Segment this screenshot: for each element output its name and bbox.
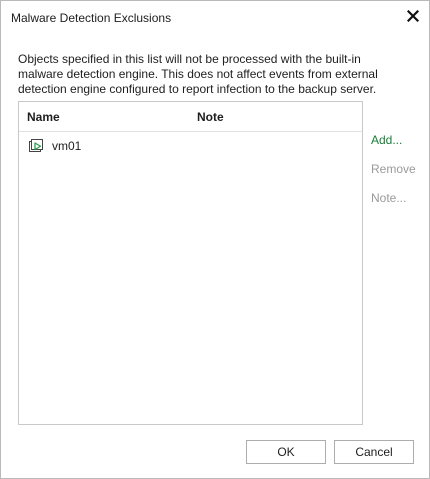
ok-button[interactable]: OK bbox=[246, 440, 326, 464]
add-button[interactable]: Add... bbox=[371, 133, 402, 147]
close-icon[interactable] bbox=[406, 9, 420, 23]
list-header: Name Note bbox=[19, 102, 362, 132]
column-header-name[interactable]: Name bbox=[27, 110, 60, 124]
column-header-note[interactable]: Note bbox=[197, 110, 224, 124]
note-button[interactable]: Note... bbox=[371, 191, 406, 205]
dialog-title: Malware Detection Exclusions bbox=[11, 11, 172, 25]
description-text: Objects specified in this list will not … bbox=[18, 52, 378, 96]
cancel-button[interactable]: Cancel bbox=[334, 440, 414, 464]
list-item-name: vm01 bbox=[52, 139, 82, 153]
malware-exclusions-dialog: Malware Detection Exclusions Objects spe… bbox=[0, 0, 430, 479]
list-item[interactable]: vm01 bbox=[19, 135, 362, 157]
remove-button[interactable]: Remove bbox=[371, 162, 416, 176]
title-bar: Malware Detection Exclusions bbox=[1, 1, 429, 35]
vm-icon bbox=[27, 137, 45, 155]
exclusions-list[interactable]: Name Note vm01 bbox=[18, 101, 363, 425]
